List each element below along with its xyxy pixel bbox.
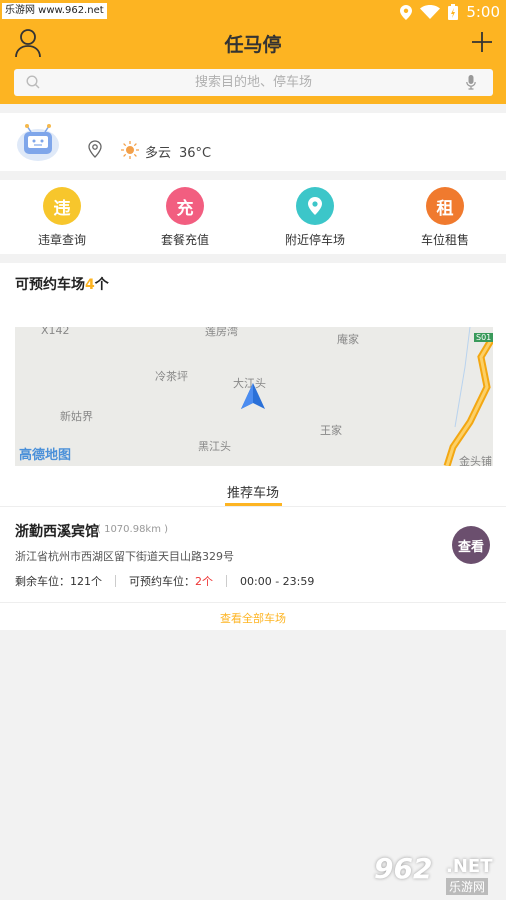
map-provider-logo: 高德地图 xyxy=(19,448,72,463)
bookable-spaces: 2个 xyxy=(195,575,213,588)
divider xyxy=(0,506,506,507)
rental-icon: 租 xyxy=(426,187,464,225)
weather-temperature: 36°C xyxy=(179,146,212,161)
parking-lot-address: 浙江省杭州市西湖区留下街道天目山路329号 xyxy=(15,550,234,563)
title-row: 任马停 xyxy=(0,24,506,64)
map-label: 王家 xyxy=(320,424,342,437)
parking-lot-stats: 剩余车位： 121个 可预约车位： 2个 00:00 - 23:59 xyxy=(15,573,314,589)
watermark-top-left: 乐游网 www.962.net xyxy=(2,3,107,19)
reservable-title-unit: 个 xyxy=(94,277,109,293)
view-lot-button[interactable]: 查看 xyxy=(452,526,490,564)
navigation-arrow-icon xyxy=(241,383,265,409)
map-label: 庵家 xyxy=(337,333,359,346)
nearby-parking-label: 附近停车场 xyxy=(284,233,345,247)
add-icon[interactable] xyxy=(472,32,492,52)
watermark-domain: .NET xyxy=(446,856,493,877)
violation-query-button[interactable]: 违 违章查询 xyxy=(2,187,122,248)
nearby-parking-button[interactable]: 附近停车场 xyxy=(255,187,375,248)
map-view[interactable]: X142 莲房湾 庵家 S01 冷茶坪 大江头 新姑界 王家 黑江头 金头铺 高… xyxy=(15,327,493,466)
violation-query-label: 违章查询 xyxy=(37,233,86,247)
map-label: 莲房湾 xyxy=(205,327,238,338)
reservable-title-text: 可预约车场 xyxy=(15,277,85,293)
status-icons: 5:00 xyxy=(400,0,500,24)
battery-icon xyxy=(448,4,459,20)
map-label: 冷茶坪 xyxy=(155,370,188,383)
location-icon xyxy=(400,4,413,20)
highway-shield: S01 xyxy=(474,333,493,342)
package-recharge-button[interactable]: 充 套餐充值 xyxy=(125,187,245,248)
remaining-label: 剩余车位： xyxy=(15,575,70,588)
opening-hours: 00:00 - 23:59 xyxy=(240,574,315,588)
bookable-label: 可预约车位： xyxy=(129,575,195,588)
quick-actions: 违 违章查询 充 套餐充值 附近停车场 租 车位租售 xyxy=(0,180,506,254)
watermark-bottom-right: 962 .NET 乐游网 xyxy=(368,852,500,896)
watermark-site-name: 乐游网 xyxy=(446,878,489,895)
remaining-spaces: 121个 xyxy=(70,575,102,588)
recharge-icon: 充 xyxy=(166,187,204,225)
weather-info: 多云 36°C xyxy=(145,142,219,161)
sunny-cloud-icon xyxy=(121,141,139,159)
tab-recommended[interactable]: 推荐车场 xyxy=(0,482,506,501)
watermark-number: 962 xyxy=(374,852,433,885)
reservable-section: 可预约车场4个 X142 莲房湾 庵家 S01 冷茶坪 大江头 新姑界 王家 黑… xyxy=(0,263,506,630)
reservable-count: 4 xyxy=(85,277,95,293)
package-recharge-label: 套餐充值 xyxy=(160,233,209,247)
parking-lot-distance: ( 1070.98km ) xyxy=(97,524,169,535)
search-bar[interactable] xyxy=(14,69,493,96)
divider xyxy=(0,602,506,603)
location-pin-icon[interactable] xyxy=(88,140,102,158)
nearby-pin-icon xyxy=(296,187,334,225)
map-label: 新姑界 xyxy=(60,410,93,423)
app-header: 乐游网 www.962.net 5:00 任马停 xyxy=(0,0,506,104)
weather-panel: 多云 36°C xyxy=(0,113,506,171)
map-label: 金头铺 xyxy=(459,455,492,466)
search-icon xyxy=(26,75,40,89)
violation-icon: 违 xyxy=(43,187,81,225)
wifi-icon xyxy=(420,5,441,19)
status-time: 5:00 xyxy=(466,3,500,21)
reservable-title: 可预约车场4个 xyxy=(15,274,109,294)
space-rental-button[interactable]: 租 车位租售 xyxy=(385,187,505,248)
stat-separator xyxy=(115,575,116,587)
view-all-lots-link[interactable]: 查看全部车场 xyxy=(0,610,506,626)
space-rental-label: 车位租售 xyxy=(420,233,469,247)
weather-condition: 多云 xyxy=(145,146,172,161)
map-label: X142 xyxy=(41,327,70,337)
microphone-icon[interactable] xyxy=(466,75,476,90)
stat-separator xyxy=(226,575,227,587)
page-title: 任马停 xyxy=(224,34,282,56)
status-bar: 乐游网 www.962.net 5:00 xyxy=(0,0,506,24)
robot-mascot-icon[interactable] xyxy=(15,123,61,163)
parking-lot-name[interactable]: 浙勤西溪宾馆 xyxy=(15,521,99,541)
search-input[interactable] xyxy=(44,69,463,96)
map-label: 黑江头 xyxy=(198,440,231,453)
